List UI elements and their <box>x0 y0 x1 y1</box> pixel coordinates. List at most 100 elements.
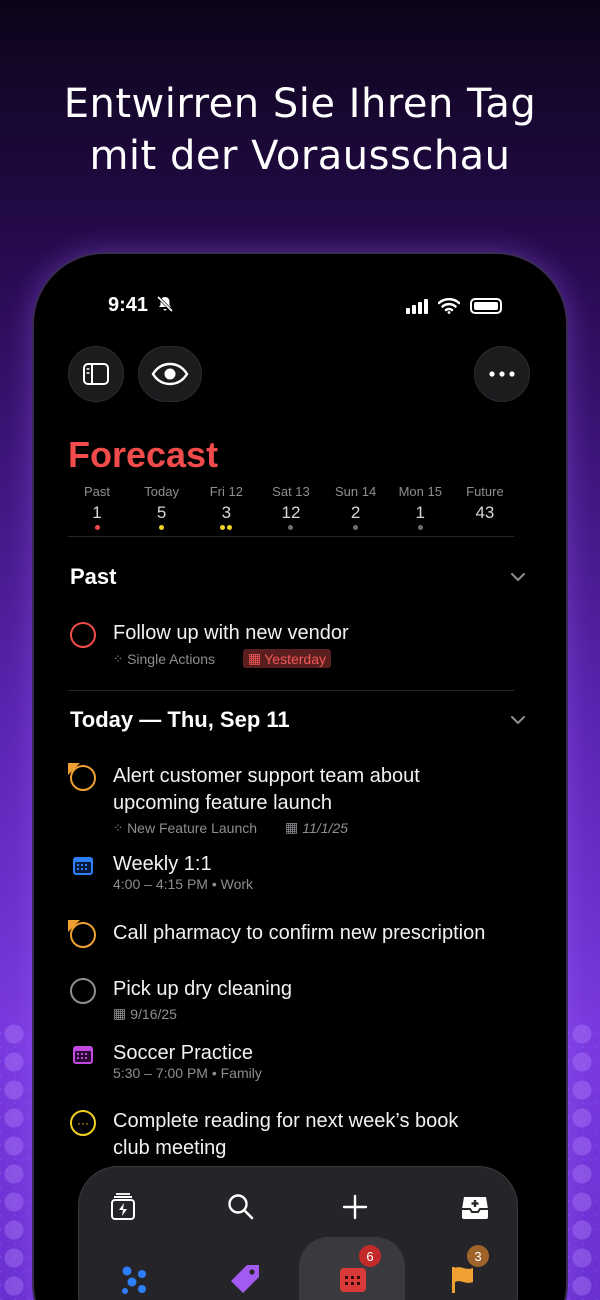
task-checkbox[interactable]: ··· <box>70 1110 98 1138</box>
day-label: Fri 12 <box>209 484 243 499</box>
sidebar-icon <box>83 363 109 385</box>
task-title: Complete reading for next week’s book cl… <box>113 1110 459 1159</box>
project-icon: ⁘ <box>113 651 124 666</box>
eye-icon <box>151 362 189 386</box>
sidebar-button[interactable] <box>68 346 124 402</box>
day-count: 12 <box>281 503 301 522</box>
day-count: 2 <box>350 503 361 522</box>
day-count: 43 <box>475 503 495 522</box>
search-icon <box>228 1194 254 1220</box>
indicator-dot <box>159 525 165 530</box>
page-title: Forecast <box>68 434 219 475</box>
forecast-day-past[interactable]: Past 1 <box>68 484 126 533</box>
battery-icon <box>470 298 502 314</box>
search-button[interactable] <box>223 1189 259 1225</box>
task-row[interactable]: Call pharmacy to confirm new prescriptio… <box>68 920 536 950</box>
task-row[interactable]: Follow up with new vendor ⁘ Single Actio… <box>70 620 536 668</box>
indicator-dot <box>417 525 423 530</box>
calendar-due-icon: ▦ <box>285 819 299 835</box>
calendar-icon <box>70 853 98 881</box>
status-indicators <box>406 298 502 314</box>
quick-entry-button[interactable] <box>105 1189 141 1225</box>
indicator-dot <box>220 525 226 530</box>
calendar-defer-icon: ▦ <box>113 1005 127 1021</box>
event-detail: 4:00 – 4:15 PM • Work <box>113 876 254 892</box>
forecast-day-today[interactable]: Today 5 <box>133 484 191 533</box>
day-indicator-dots <box>391 525 449 533</box>
project-name: Single Actions <box>127 650 216 667</box>
day-count: 3 <box>221 503 232 522</box>
flagged-badge: 3 <box>467 1245 489 1267</box>
divider <box>68 690 514 691</box>
headline-line-1: Entwirren Sie Ihren Tag <box>63 81 537 127</box>
day-label: Future <box>466 484 504 499</box>
day-indicator-dots <box>197 525 255 533</box>
day-label: Today <box>144 484 179 499</box>
task-title: Alert customer support team about upcomi… <box>113 765 420 814</box>
forecast-day-sun-14[interactable]: Sun 14 2 <box>327 484 385 533</box>
day-count: 5 <box>156 503 167 522</box>
task-title: Call pharmacy to confirm new prescriptio… <box>113 922 486 944</box>
project-icon: ⁘ <box>113 820 124 835</box>
forecast-day-sat-13[interactable]: Sat 13 12 <box>262 484 320 533</box>
event-detail: 5:30 – 7:00 PM • Family <box>113 1065 262 1081</box>
chevron-down-icon[interactable] <box>510 572 526 582</box>
tab-forecast[interactable]: 6 <box>333 1245 381 1299</box>
day-label: Mon 15 <box>398 484 442 499</box>
flagged-icon <box>452 1267 473 1293</box>
calendar-event-row[interactable]: Soccer Practice 5:30 – 7:00 PM • Family <box>70 1040 536 1081</box>
day-indicator-dots <box>262 525 320 533</box>
flag-icon <box>68 763 80 775</box>
forecast-day-mon-15[interactable]: Mon 15 1 <box>391 484 449 533</box>
project-name: New Feature Launch <box>127 819 258 836</box>
bell-slash-icon <box>156 295 173 313</box>
day-label: Sat 13 <box>272 484 310 499</box>
section-header-past: Past <box>70 564 117 589</box>
wifi-icon <box>438 298 460 314</box>
day-indicator-dots <box>456 525 514 533</box>
status-time: 9:41 <box>108 294 174 317</box>
tab-bar: 6 3 <box>78 1166 518 1300</box>
calendar-event-row[interactable]: Weekly 1:1 4:00 – 4:15 PM • Work <box>70 851 536 892</box>
section-header-today: Today — Thu, Sep 11 <box>70 707 290 732</box>
bolt-stack-icon <box>111 1193 135 1220</box>
task-checkbox[interactable] <box>68 920 98 950</box>
cellular-signal-icon <box>406 298 428 314</box>
more-button[interactable] <box>474 346 530 402</box>
task-row[interactable]: ··· Complete reading for next week’s boo… <box>70 1108 536 1162</box>
event-title: Soccer Practice <box>113 1042 254 1064</box>
inbox-add-button[interactable] <box>457 1189 493 1225</box>
indicator-dot <box>288 525 294 530</box>
task-checkbox[interactable] <box>68 763 98 793</box>
inbox-add-icon <box>462 1197 488 1219</box>
day-indicator-dots <box>327 525 385 533</box>
forecast-day-fri-12[interactable]: Fri 12 3 <box>197 484 255 533</box>
forecast-icon <box>340 1268 366 1292</box>
forecast-day-future[interactable]: Future 43 <box>456 484 514 533</box>
day-label: Past <box>83 484 110 499</box>
tab-flagged[interactable]: 3 <box>443 1245 489 1299</box>
tags-icon <box>231 1265 259 1293</box>
tab-tags[interactable] <box>225 1259 265 1299</box>
task-meta: ⁘ Single Actions ▦ Yesterday <box>113 649 536 668</box>
more-icon <box>489 371 515 377</box>
day-label: Sun 14 <box>335 484 377 499</box>
day-indicator-dots <box>68 525 126 533</box>
task-meta: ▦ 9/16/25 <box>113 1005 536 1022</box>
forecast-badge: 6 <box>359 1245 381 1267</box>
indicator-dot <box>227 525 233 530</box>
task-checkbox[interactable] <box>70 622 98 650</box>
task-checkbox[interactable] <box>70 978 98 1006</box>
tab-projects[interactable] <box>115 1259 155 1299</box>
defer-date: 11/1/25 <box>302 819 348 836</box>
task-title: Follow up with new vendor <box>113 622 349 644</box>
chevron-down-icon[interactable] <box>510 715 526 725</box>
task-row[interactable]: Alert customer support team about upcomi… <box>68 763 536 836</box>
defer-date: 9/16/25 <box>130 1005 177 1022</box>
add-button[interactable] <box>337 1189 373 1225</box>
task-row[interactable]: Pick up dry cleaning ▦ 9/16/25 <box>70 976 536 1022</box>
visibility-button[interactable] <box>138 346 202 402</box>
day-count: 1 <box>415 503 426 522</box>
calendar-icon <box>70 1042 98 1070</box>
headline-line-2: mit der Vorausschau <box>89 133 511 179</box>
